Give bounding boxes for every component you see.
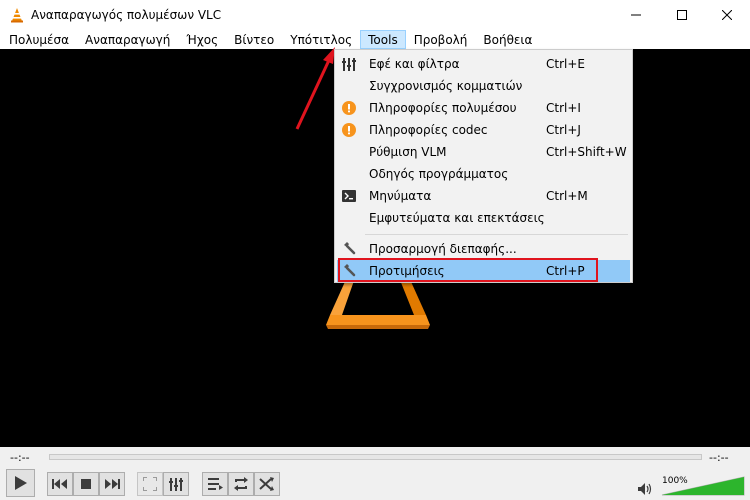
fullscreen-button[interactable] bbox=[137, 472, 163, 496]
menu-video[interactable]: Βίντεο bbox=[226, 30, 282, 49]
shuffle-icon bbox=[259, 477, 274, 491]
menu-item-shortcut: Ctrl+J bbox=[546, 123, 581, 137]
info-icon bbox=[341, 100, 357, 116]
menu-item-label: Οδηγός προγράμματος bbox=[369, 167, 509, 181]
menu-item-label: Προσαρμογή διεπαφής... bbox=[369, 242, 517, 256]
menu-item-label: Συγχρονισμός κομματιών bbox=[369, 79, 523, 93]
menu-item-effects-filters[interactable]: Εφέ και φίλτρα Ctrl+E bbox=[337, 53, 630, 75]
menu-media[interactable]: Πολυμέσα bbox=[0, 30, 77, 49]
menu-item-label: Πληροφορίες codec bbox=[369, 123, 488, 137]
menu-separator bbox=[365, 234, 628, 235]
playlist-button[interactable] bbox=[202, 472, 228, 496]
wrench-icon bbox=[341, 241, 357, 257]
previous-icon bbox=[52, 479, 67, 489]
menu-view[interactable]: Προβολή bbox=[406, 30, 476, 49]
speaker-icon[interactable] bbox=[638, 483, 652, 495]
minimize-button[interactable] bbox=[613, 0, 659, 30]
menu-item-customize-interface[interactable]: Προσαρμογή διεπαφής... bbox=[337, 238, 630, 260]
vlc-cone-icon bbox=[11, 8, 23, 23]
stop-button[interactable] bbox=[73, 472, 99, 496]
menu-item-program-guide[interactable]: Οδηγός προγράμματος bbox=[337, 163, 630, 185]
next-button[interactable] bbox=[99, 472, 125, 496]
menu-help[interactable]: Βοήθεια bbox=[475, 30, 540, 49]
menu-item-label: Ρύθμιση VLM bbox=[369, 145, 447, 159]
volume-slider[interactable] bbox=[660, 475, 746, 497]
play-button[interactable] bbox=[6, 469, 35, 497]
menu-item-plugins-extensions[interactable]: Εμφυτεύματα και επεκτάσεις bbox=[337, 207, 630, 229]
seek-slider[interactable] bbox=[49, 454, 702, 460]
window-title: Αναπαραγωγός πολυμέσων VLC bbox=[31, 8, 222, 22]
maximize-button[interactable] bbox=[659, 0, 705, 30]
menu-item-shortcut: Ctrl+Shift+W bbox=[546, 145, 627, 159]
play-icon bbox=[14, 476, 27, 490]
menu-tools[interactable]: Tools bbox=[360, 30, 406, 49]
title-bar: Αναπαραγωγός πολυμέσων VLC bbox=[0, 0, 750, 30]
annotation-highlight-box bbox=[338, 258, 598, 282]
menu-playback[interactable]: Αναπαραγωγή bbox=[77, 30, 178, 49]
equalizer-icon bbox=[169, 477, 183, 491]
extended-settings-button[interactable] bbox=[163, 472, 189, 496]
vlc-window: Αναπαραγωγός πολυμέσων VLC Πολυμέσα Αναπ… bbox=[0, 0, 750, 500]
menu-item-label: Πληροφορίες πολυμέσου bbox=[369, 101, 517, 115]
menu-item-shortcut: Ctrl+E bbox=[546, 57, 585, 71]
close-icon bbox=[722, 10, 732, 20]
maximize-icon bbox=[677, 10, 687, 20]
menu-subtitle[interactable]: Υπότιτλος bbox=[282, 30, 360, 49]
playlist-icon bbox=[207, 478, 223, 490]
playback-controls: 100% bbox=[0, 467, 750, 500]
shuffle-button[interactable] bbox=[254, 472, 280, 496]
menu-item-label: Μηνύματα bbox=[369, 189, 432, 203]
menu-item-media-info[interactable]: Πληροφορίες πολυμέσου Ctrl+I bbox=[337, 97, 630, 119]
elapsed-time: --:-- bbox=[10, 451, 30, 464]
menu-item-label: Εφέ και φίλτρα bbox=[369, 57, 460, 71]
close-button[interactable] bbox=[704, 0, 750, 30]
menu-item-label: Εμφυτεύματα και επεκτάσεις bbox=[369, 211, 545, 225]
fullscreen-icon bbox=[143, 477, 157, 491]
menu-bar: Πολυμέσα Αναπαραγωγή Ήχος Βίντεο Υπότιτλ… bbox=[0, 30, 750, 49]
remaining-time: --:-- bbox=[709, 451, 729, 464]
loop-button[interactable] bbox=[228, 472, 254, 496]
previous-button[interactable] bbox=[47, 472, 73, 496]
seek-row: --:-- --:-- bbox=[0, 447, 750, 467]
menu-item-shortcut: Ctrl+M bbox=[546, 189, 588, 203]
menu-item-messages[interactable]: Μηνύματα Ctrl+M bbox=[337, 185, 630, 207]
next-icon bbox=[105, 479, 120, 489]
menu-audio[interactable]: Ήχος bbox=[178, 30, 226, 49]
menu-item-shortcut: Ctrl+I bbox=[546, 101, 581, 115]
menu-item-track-sync[interactable]: Συγχρονισμός κομματιών bbox=[337, 75, 630, 97]
minimize-icon bbox=[631, 14, 641, 16]
tools-dropdown-menu: Εφέ και φίλτρα Ctrl+E Συγχρονισμός κομμα… bbox=[334, 49, 633, 283]
info-icon bbox=[341, 122, 357, 138]
stop-icon bbox=[81, 479, 91, 489]
menu-item-vlm-config[interactable]: Ρύθμιση VLM Ctrl+Shift+W bbox=[337, 141, 630, 163]
loop-icon bbox=[234, 477, 248, 491]
equalizer-icon bbox=[341, 56, 357, 72]
menu-item-codec-info[interactable]: Πληροφορίες codec Ctrl+J bbox=[337, 119, 630, 141]
terminal-icon bbox=[341, 188, 357, 204]
